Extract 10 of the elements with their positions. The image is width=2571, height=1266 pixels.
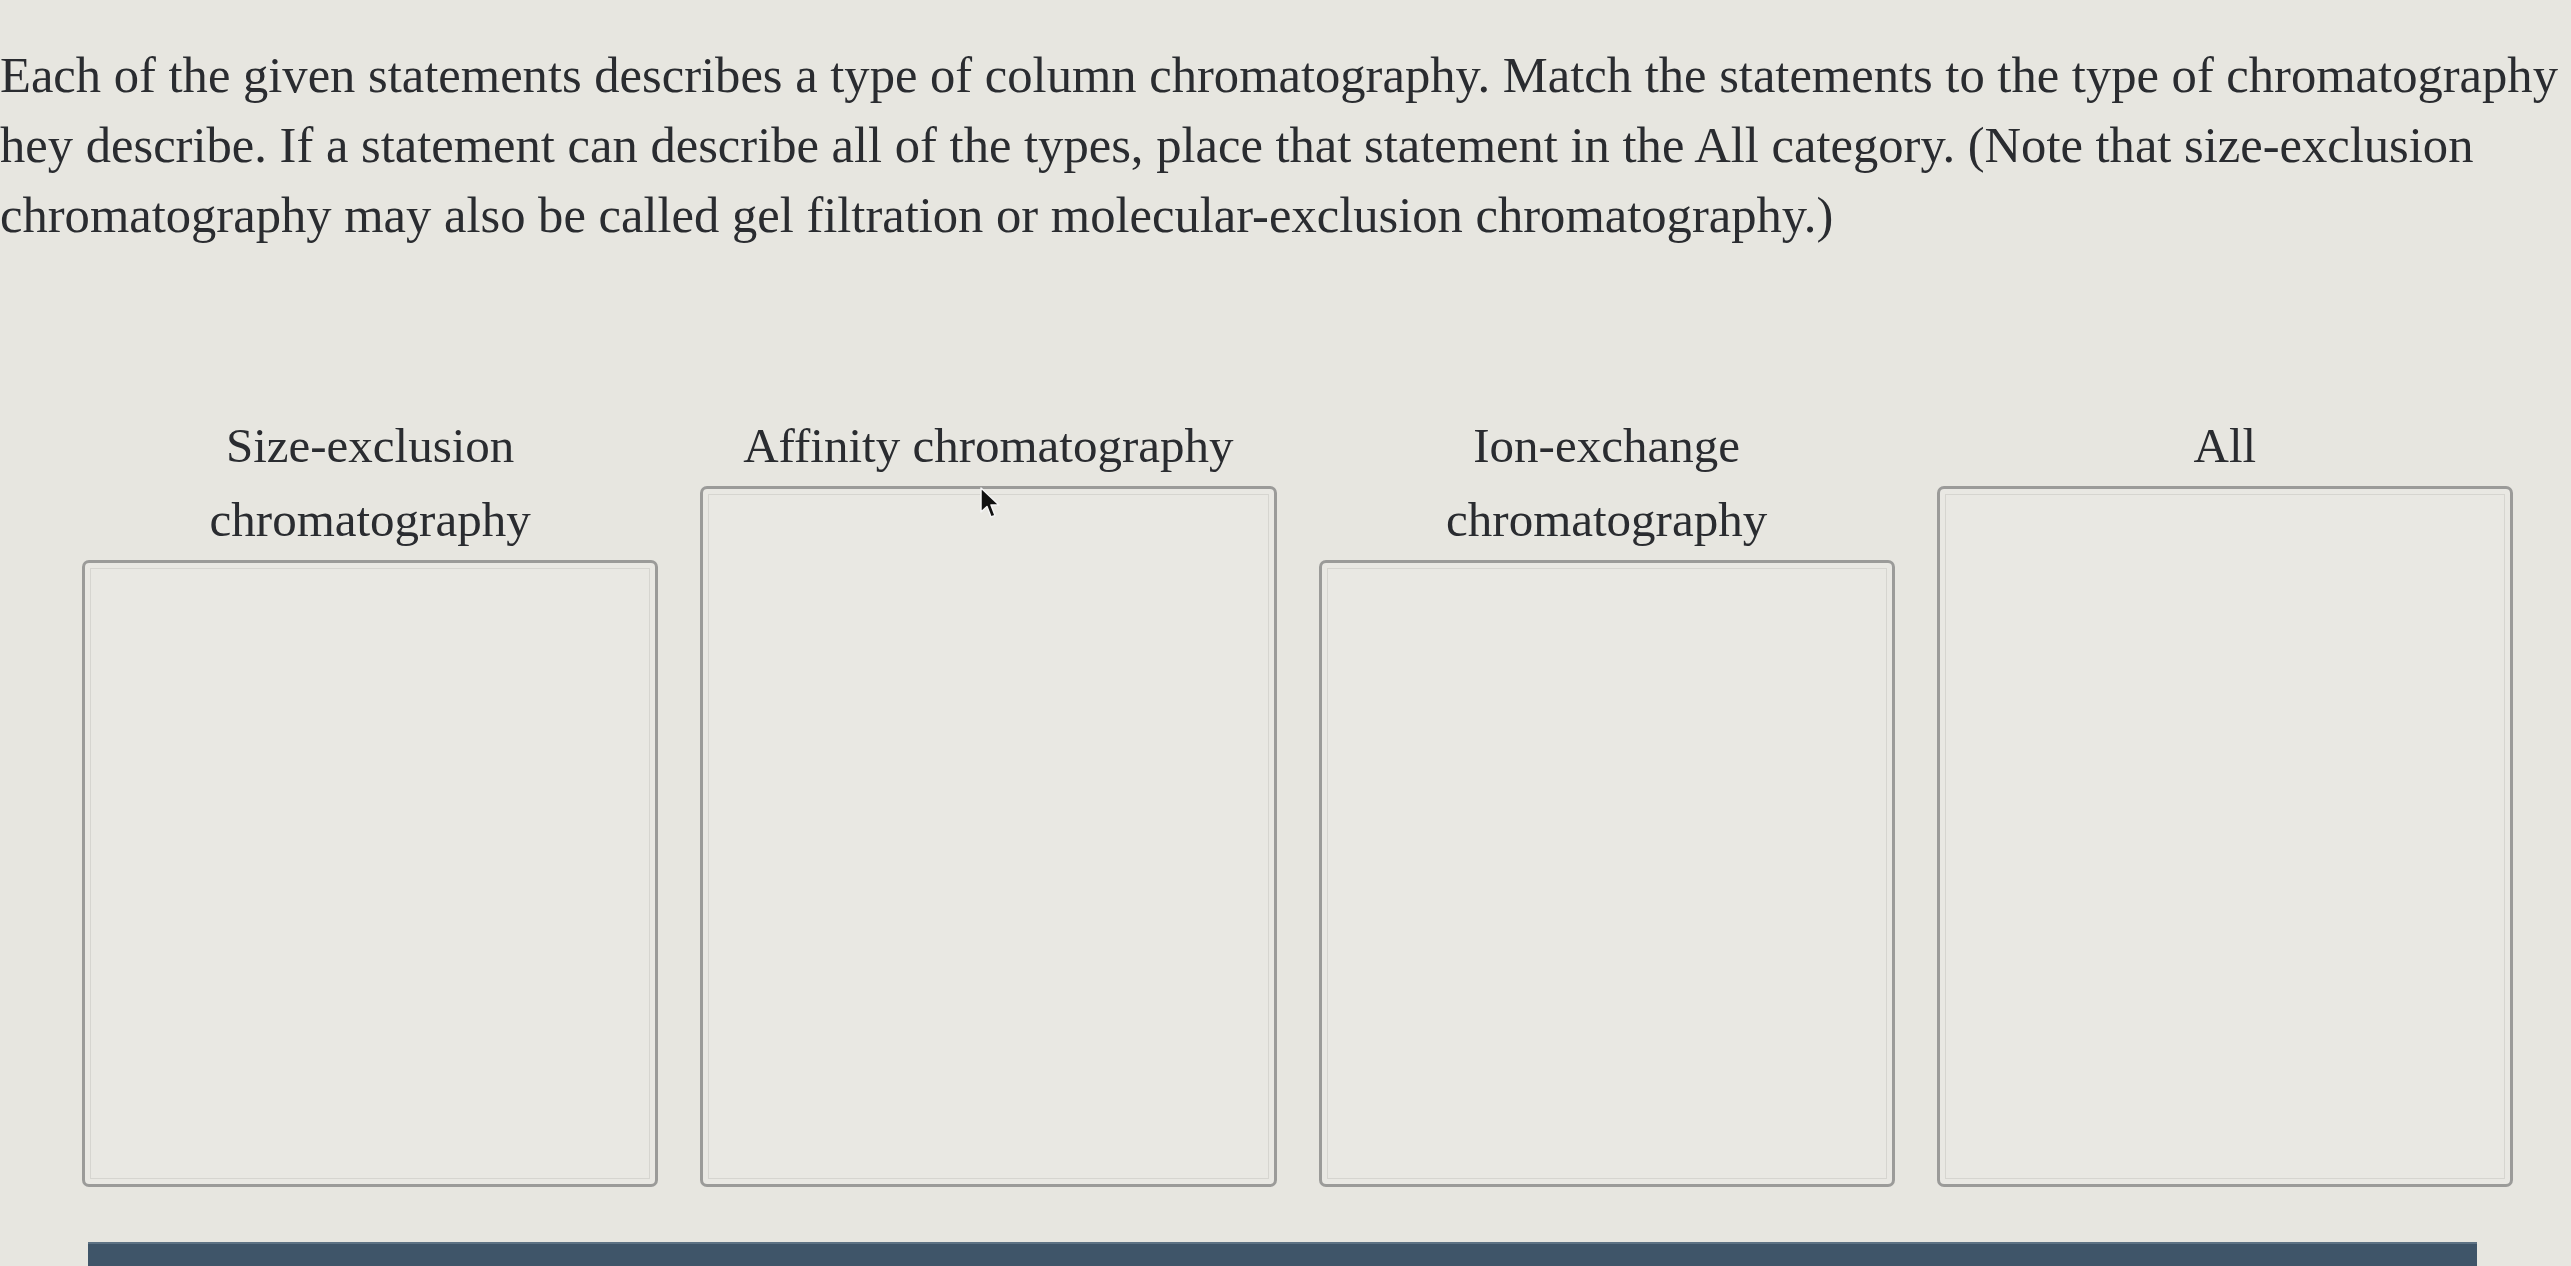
instructions-text: Each of the given statements describes a type of column chromatography. Match the statements to the type of chromatography hey describe. If a statement can describe all of the types, place that statement in the All category. (Note that size-exclusion chromatography may also be called gel filtration or molecular-exclusion chromatography.) bbox=[0, 46, 2559, 245]
category-heading: Ion-exchange chromatography bbox=[1445, 417, 1769, 549]
category-heading: All bbox=[2192, 417, 2258, 475]
drop-zone[interactable] bbox=[700, 486, 1277, 1187]
drop-zone[interactable] bbox=[1318, 560, 1895, 1187]
drop-zone[interactable] bbox=[1936, 486, 2513, 1187]
cursor-icon bbox=[980, 487, 1000, 519]
category-heading: Affinity chromatography bbox=[742, 417, 1235, 475]
category-heading: Size-exclusion chromatography bbox=[208, 417, 532, 549]
drop-zone[interactable] bbox=[82, 560, 659, 1187]
